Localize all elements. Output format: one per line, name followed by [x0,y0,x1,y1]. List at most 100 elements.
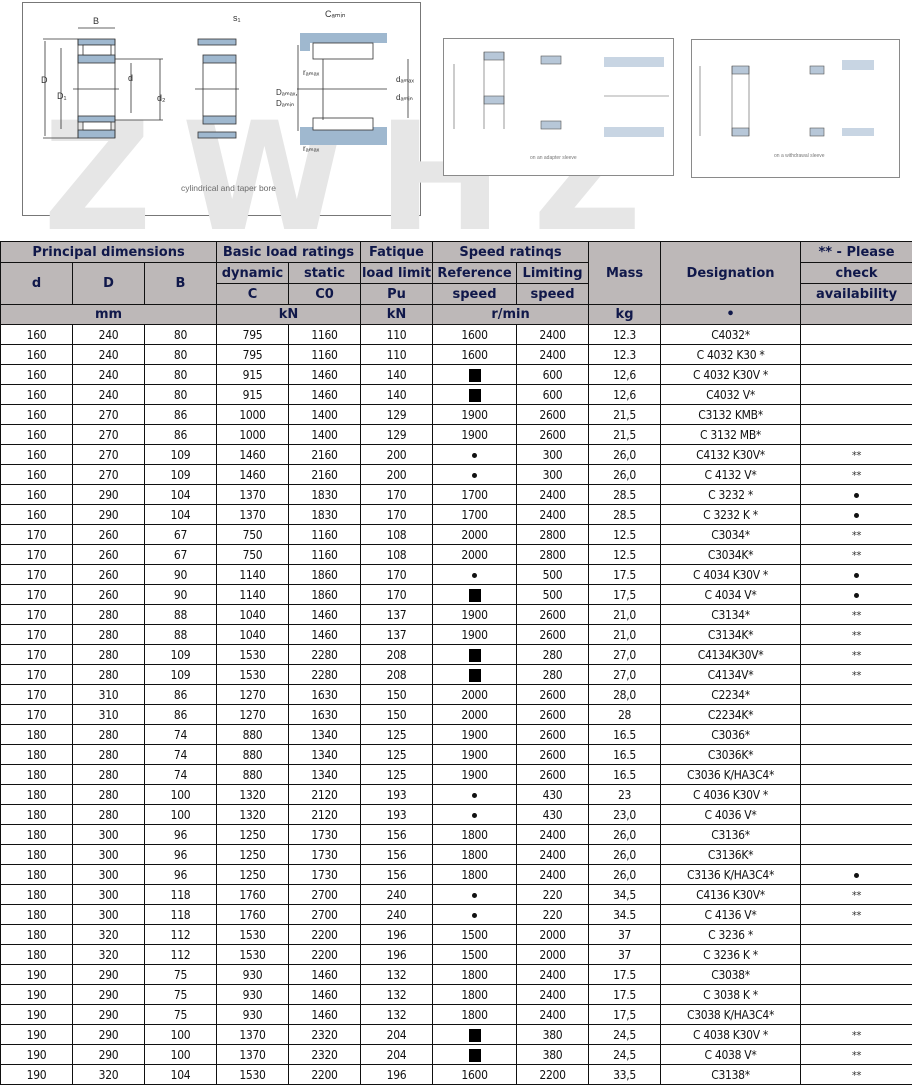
cell-D: 240 [72,324,145,345]
cell-availability [800,784,912,805]
bullet-marker-icon [472,912,478,918]
cell-d: 170 [0,604,73,625]
cell-dynamic-C: 1370 [216,484,289,505]
cell-static-C0: 1460 [287,624,362,645]
cell-B: 75 [144,964,217,985]
bullet-marker-icon [472,892,478,898]
cell-designation: C3138* [660,1064,802,1085]
cell-mass: 33,5 [588,1064,662,1085]
cell-D: 270 [72,404,145,425]
cell-reference-speed: 1700 [432,484,518,505]
cell-dynamic-C: 1530 [216,664,289,685]
cell-d: 160 [0,324,73,345]
cell-B: 74 [144,744,217,765]
cell-limiting-speed: 2600 [516,624,590,645]
cell-B: 104 [144,504,217,525]
bullet-marker-icon [472,472,478,478]
cell-availability [800,324,912,345]
cell-availability [800,924,912,945]
header-limiting: Limiting [516,262,590,284]
cell-static-C0: 2160 [287,444,362,465]
cell-reference-speed: 1500 [432,944,518,965]
cell-B: 118 [144,884,217,905]
cell-B: 75 [144,984,217,1005]
cell-d: 170 [0,544,73,565]
cell-D: 300 [72,844,145,865]
cell-reference-speed: 1900 [432,764,518,785]
cell-dynamic-C: 930 [216,964,289,985]
cell-D: 270 [72,424,145,445]
cell-reference-speed [432,1024,518,1045]
cell-load-limit-Pu: 156 [360,864,434,885]
cell-d: 190 [0,1044,73,1065]
cell-availability: ** [800,884,912,905]
header-D: D [72,262,145,305]
cell-limiting-speed: 2200 [516,1064,590,1085]
unit-rmin: r/min [432,304,590,325]
cell-static-C0: 2200 [287,924,362,945]
cell-availability [800,824,912,845]
header-check: check [800,262,912,284]
cell-reference-speed: 1800 [432,844,518,865]
cell-D: 300 [72,904,145,925]
label-d: d [128,73,133,83]
cell-B: 86 [144,684,217,705]
diagram-adapter-sleeve: on an adapter sleeve [443,38,674,176]
diagram-caption-main: cylindrical and taper bore [181,183,276,193]
cell-static-C0: 2120 [287,784,362,805]
cell-availability [800,684,912,705]
cell-dynamic-C: 1530 [216,924,289,945]
cell-designation: C3136K* [660,844,802,865]
cell-limiting-speed: 2400 [516,484,590,505]
square-marker-icon [468,368,481,382]
cell-availability [800,424,912,445]
cell-dynamic-C: 1530 [216,1064,289,1085]
cell-B: 109 [144,644,217,665]
cell-B: 100 [144,1044,217,1065]
cell-mass: 12.3 [588,344,662,365]
cell-d: 180 [0,784,73,805]
cell-designation: C3036 K/HA3C4* [660,764,802,785]
table-row: 190 290 75 930 1460 132 1800 2400 17.5 C 3038 K * [0,984,912,1005]
cell-dynamic-C: 1040 [216,604,289,625]
check-availability-marker: ** [851,608,862,622]
header-mass: Mass [588,241,662,305]
cell-designation: C3038 K/HA3C4* [660,1004,802,1025]
cell-D: 270 [72,464,145,485]
table-row: 170 260 67 750 1160 108 2000 2800 12.5 C3034K* ** [0,544,912,565]
cell-availability: ** [800,1064,912,1085]
cell-dynamic-C: 1250 [216,824,289,845]
cell-D: 290 [72,504,145,525]
table-row: 160 240 80 795 1160 110 1600 2400 12.3 C4032* [0,324,912,345]
cell-designation: C4134K30V* [660,644,802,665]
cell-load-limit-Pu: 170 [360,504,434,525]
cell-mass: 24,5 [588,1024,662,1045]
header-please: ** - Please [800,241,912,263]
cell-static-C0: 1160 [287,524,362,545]
check-availability-marker: ** [851,548,862,562]
cell-static-C0: 2700 [287,904,362,925]
cell-reference-speed [432,644,518,665]
cell-mass: 21,5 [588,424,662,445]
cell-availability [800,844,912,865]
cell-availability: ** [800,524,912,545]
cell-B: 80 [144,344,217,365]
unit-availability [800,304,912,325]
cell-designation: C3036* [660,724,802,745]
cell-availability [800,864,912,885]
table-body: 160 240 80 795 1160 110 1600 2400 12.3 C4032* 160 2… [0,324,912,1085]
cell-static-C0: 1860 [287,564,362,585]
cell-d: 160 [0,404,73,425]
cell-D: 290 [72,984,145,1005]
table-row: 160 240 80 795 1160 110 1600 2400 12.3 C 4032 K30… [0,344,912,365]
bullet-marker-icon [472,452,478,458]
cell-availability [800,404,912,425]
cell-designation: C3134* [660,604,802,625]
cell-B: 118 [144,904,217,925]
cell-designation: C2234* [660,684,802,705]
cell-designation: C4132 K30V* [660,444,802,465]
cell-d: 160 [0,464,73,485]
cell-mass: 16.5 [588,724,662,745]
cell-mass: 12,6 [588,364,662,385]
cell-limiting-speed: 300 [516,444,590,465]
